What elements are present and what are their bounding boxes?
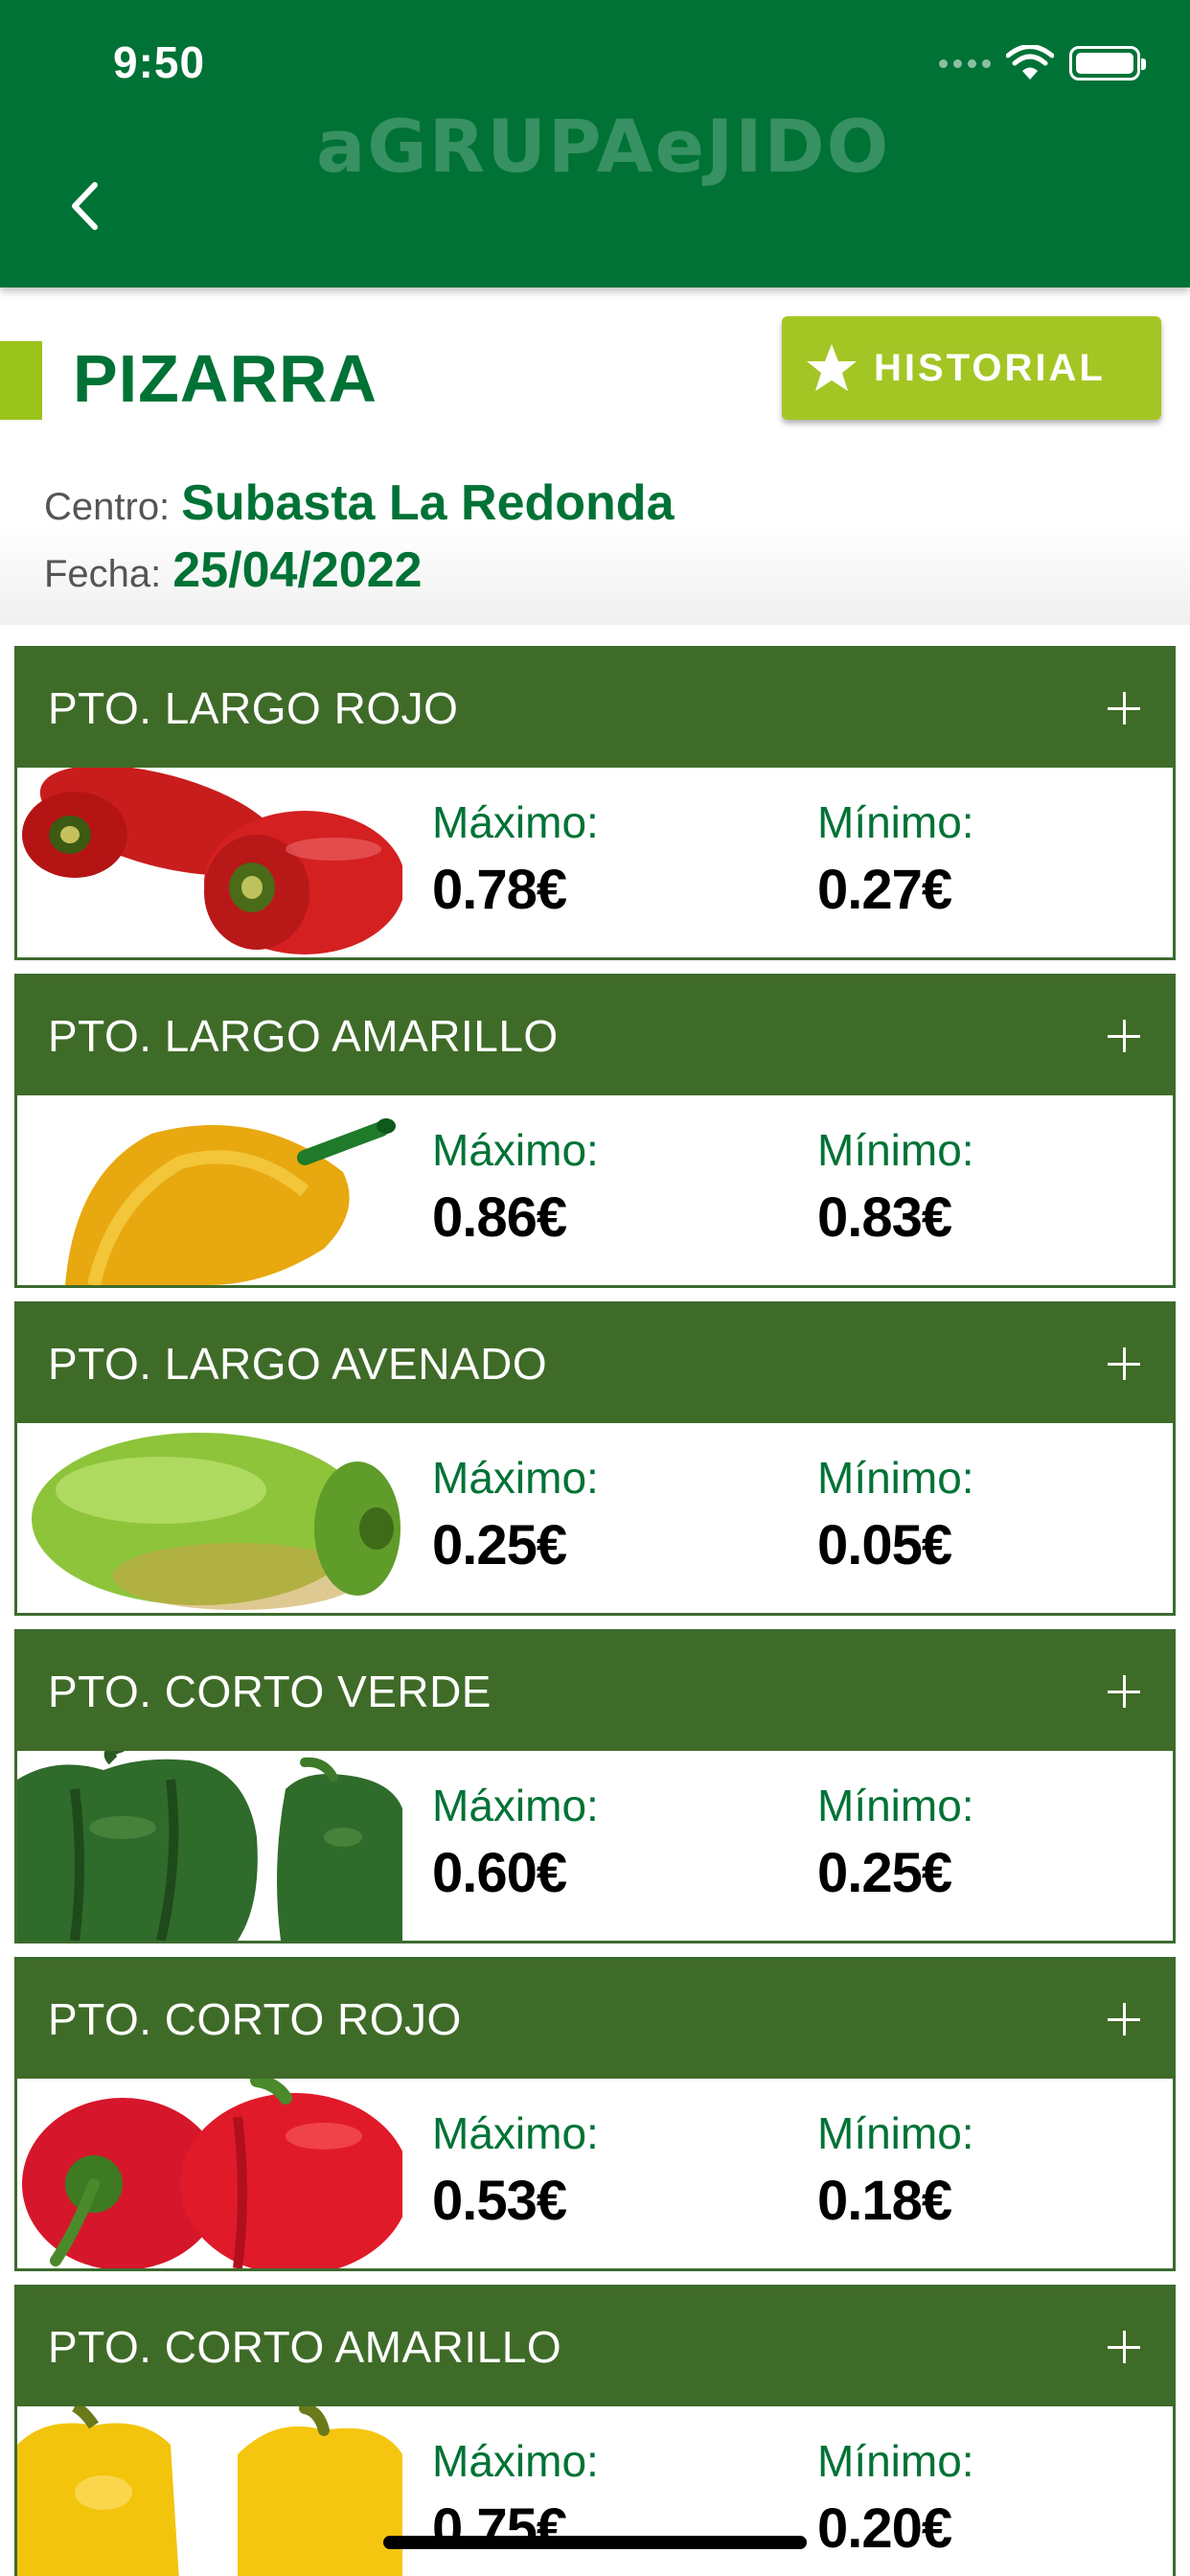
card-body: Máximo: 0.60€ Mínimo: 0.25€ bbox=[17, 1751, 1173, 1941]
historial-button[interactable]: HISTORIAL bbox=[782, 316, 1161, 420]
pepper-image bbox=[17, 768, 402, 957]
price-max: Máximo: 0.60€ bbox=[432, 1780, 599, 1905]
max-value: 0.53€ bbox=[432, 2170, 567, 2232]
historial-label: HISTORIAL bbox=[874, 346, 1106, 389]
min-label: Mínimo: bbox=[817, 1781, 974, 1830]
card-header[interactable]: PTO. CORTO VERDE bbox=[17, 1632, 1173, 1751]
max-label: Máximo: bbox=[432, 1781, 599, 1830]
min-label: Mínimo: bbox=[817, 2436, 974, 2486]
centro-value: Subasta La Redonda bbox=[181, 475, 675, 531]
max-label: Máximo: bbox=[432, 2436, 599, 2486]
price-max: Máximo: 0.25€ bbox=[432, 1452, 599, 1577]
product-card[interactable]: PTO. CORTO AMARILLO Máximo: 0.75€ Mínimo… bbox=[14, 2285, 1176, 2576]
max-label: Máximo: bbox=[432, 797, 599, 847]
plus-icon[interactable] bbox=[1108, 2331, 1140, 2363]
pepper-image bbox=[17, 1751, 402, 1941]
pepper-image bbox=[17, 2406, 402, 2576]
card-body: Máximo: 0.78€ Mínimo: 0.27€ bbox=[17, 768, 1173, 957]
card-header[interactable]: PTO. LARGO AVENADO bbox=[17, 1304, 1173, 1423]
title-area: PIZARRA HISTORIAL Centro: Subasta La Red… bbox=[0, 288, 1190, 625]
max-label: Máximo: bbox=[432, 1125, 599, 1175]
pepper-image bbox=[17, 1423, 402, 1613]
pepper-image bbox=[17, 1095, 402, 1285]
product-card[interactable]: PTO. LARGO ROJO Máximo: 0.78€ Mínimo: 0.… bbox=[14, 646, 1176, 960]
product-card[interactable]: PTO. LARGO AVENADO Máximo: 0.25€ Mínimo:… bbox=[14, 1301, 1176, 1616]
plus-icon[interactable] bbox=[1108, 1020, 1140, 1052]
card-header[interactable]: PTO. CORTO ROJO bbox=[17, 1960, 1173, 2079]
plus-icon[interactable] bbox=[1108, 1675, 1140, 1708]
min-value: 0.27€ bbox=[817, 859, 952, 921]
card-header[interactable]: PTO. LARGO ROJO bbox=[17, 649, 1173, 768]
fecha-line: Fecha: 25/04/2022 bbox=[44, 541, 423, 599]
price-min: Mínimo: 0.27€ bbox=[817, 796, 974, 922]
product-card[interactable]: PTO. LARGO AMARILLO Máximo: 0.86€ Mínimo… bbox=[14, 974, 1176, 1288]
max-value: 0.25€ bbox=[432, 1514, 567, 1576]
min-value: 0.20€ bbox=[817, 2497, 952, 2560]
fecha-label: Fecha: bbox=[44, 553, 162, 595]
plus-icon[interactable] bbox=[1108, 2003, 1140, 2036]
max-value: 0.60€ bbox=[432, 1842, 567, 1904]
price-max: Máximo: 0.86€ bbox=[432, 1124, 599, 1250]
status-icons bbox=[939, 42, 1146, 84]
price-max: Máximo: 0.78€ bbox=[432, 796, 599, 922]
min-label: Mínimo: bbox=[817, 797, 974, 847]
max-label: Máximo: bbox=[432, 1453, 599, 1503]
centro-line: Centro: Subasta La Redonda bbox=[44, 474, 674, 532]
plus-icon[interactable] bbox=[1108, 692, 1140, 724]
min-value: 0.18€ bbox=[817, 2170, 952, 2232]
max-value: 0.75€ bbox=[432, 2497, 567, 2560]
battery-icon bbox=[1069, 46, 1146, 80]
min-label: Mínimo: bbox=[817, 1125, 974, 1175]
card-header[interactable]: PTO. LARGO AMARILLO bbox=[17, 977, 1173, 1095]
price-min: Mínimo: 0.18€ bbox=[817, 2107, 974, 2233]
signal-icon bbox=[939, 58, 991, 68]
card-body: Máximo: 0.25€ Mínimo: 0.05€ bbox=[17, 1423, 1173, 1613]
min-label: Mínimo: bbox=[817, 1453, 974, 1503]
chevron-left-icon bbox=[72, 182, 98, 230]
max-value: 0.86€ bbox=[432, 1186, 567, 1249]
product-card[interactable]: PTO. CORTO VERDE Máximo: 0.60€ Mínimo: 0… bbox=[14, 1629, 1176, 1944]
min-label: Mínimo: bbox=[817, 2108, 974, 2158]
status-time: 9:50 bbox=[113, 37, 206, 87]
card-body: Máximo: 0.86€ Mínimo: 0.83€ bbox=[17, 1095, 1173, 1285]
card-header[interactable]: PTO. CORTO AMARILLO bbox=[17, 2288, 1173, 2406]
max-value: 0.78€ bbox=[432, 859, 567, 921]
centro-label: Centro: bbox=[44, 486, 171, 528]
plus-icon[interactable] bbox=[1108, 1347, 1140, 1380]
min-value: 0.25€ bbox=[817, 1842, 952, 1904]
price-min: Mínimo: 0.83€ bbox=[817, 1124, 974, 1250]
product-name: PTO. CORTO ROJO bbox=[48, 1994, 462, 2044]
page-title: PIZARRA bbox=[73, 341, 378, 416]
pepper-image bbox=[17, 2079, 402, 2268]
price-min: Mínimo: 0.05€ bbox=[817, 1452, 974, 1577]
product-name: PTO. LARGO ROJO bbox=[48, 683, 459, 733]
max-label: Máximo: bbox=[432, 2108, 599, 2158]
card-body: Máximo: 0.53€ Mínimo: 0.18€ bbox=[17, 2079, 1173, 2268]
product-name: PTO. LARGO AVENADO bbox=[48, 1339, 548, 1389]
back-button[interactable] bbox=[56, 172, 113, 240]
product-name: PTO. LARGO AMARILLO bbox=[48, 1011, 559, 1061]
card-body: Máximo: 0.75€ Mínimo: 0.20€ bbox=[17, 2406, 1173, 2576]
min-value: 0.05€ bbox=[817, 1514, 952, 1576]
product-card[interactable]: PTO. CORTO ROJO Máximo: 0.53€ Mínimo: 0.… bbox=[14, 1957, 1176, 2271]
fecha-value: 25/04/2022 bbox=[172, 542, 423, 598]
app-logo: aGRUPAeJIDO bbox=[316, 104, 891, 189]
product-name: PTO. CORTO AMARILLO bbox=[48, 2322, 562, 2372]
price-min: Mínimo: 0.20€ bbox=[817, 2435, 974, 2561]
star-icon bbox=[807, 344, 857, 391]
product-name: PTO. CORTO VERDE bbox=[48, 1667, 492, 1716]
title-accent-bar bbox=[0, 341, 42, 420]
app-header: 9:50 aGRUPAeJIDO bbox=[0, 0, 1190, 288]
home-indicator[interactable] bbox=[383, 2536, 807, 2549]
wifi-icon bbox=[1006, 45, 1054, 80]
price-max: Máximo: 0.53€ bbox=[432, 2107, 599, 2233]
price-min: Mínimo: 0.25€ bbox=[817, 1780, 974, 1905]
min-value: 0.83€ bbox=[817, 1186, 952, 1249]
